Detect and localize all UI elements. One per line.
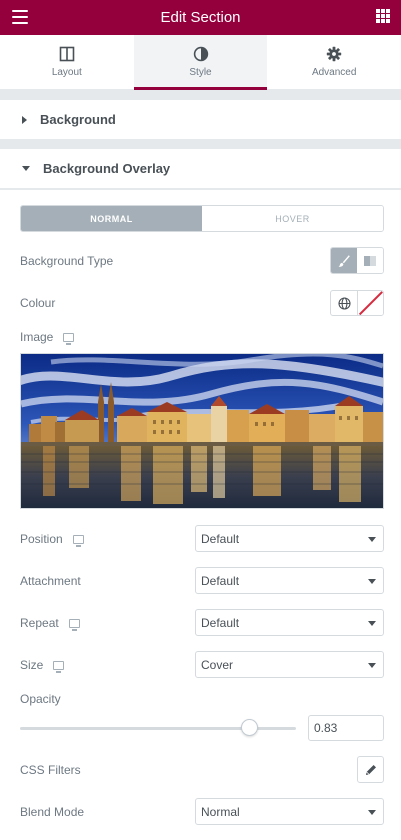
tab-label: Advanced (311, 67, 357, 78)
repeat-label: Repeat (20, 616, 80, 631)
caret-down-icon (22, 166, 30, 171)
select-value: Default (201, 573, 240, 588)
tab-label: Style (189, 67, 212, 78)
label-text: Image (20, 330, 54, 344)
position-label: Position (20, 532, 84, 547)
section-overlay-header[interactable]: Background Overlay (0, 149, 401, 189)
section-title: Background Overlay (43, 161, 171, 176)
colour-label: Colour (20, 296, 55, 310)
contrast-icon (193, 46, 208, 62)
gradient-option[interactable] (357, 248, 383, 273)
colour-swatch[interactable] (358, 291, 383, 315)
label-text: Opacity (20, 692, 61, 706)
tab-advanced[interactable]: Advanced (267, 35, 401, 89)
repeat-select[interactable]: Default (195, 609, 384, 636)
state-switcher: NORMAL HOVER (20, 205, 384, 232)
label-text: Colour (20, 296, 56, 310)
label-text: Blend Mode (20, 805, 85, 819)
blend-mode-select[interactable]: Normal (195, 798, 384, 825)
size-label: Size (20, 658, 65, 673)
label-text: CSS Filters (20, 763, 81, 777)
image-label: Image (20, 330, 75, 345)
dropdown-arrow-icon (368, 579, 376, 584)
section-title: Background (40, 112, 116, 127)
css-filters-edit-button[interactable] (357, 756, 384, 783)
panel-header: Edit Section (0, 0, 401, 35)
label-text: Background Type (20, 254, 114, 268)
gear-icon (326, 46, 342, 62)
label-text: Position (20, 532, 63, 546)
dropdown-arrow-icon (368, 810, 376, 815)
attachment-select[interactable]: Default (195, 567, 384, 594)
tab-label: Layout (51, 67, 82, 78)
background-type-choices (330, 247, 384, 274)
gradient-icon (364, 255, 376, 266)
tab-hover[interactable]: HOVER (202, 206, 383, 231)
dropdown-arrow-icon (368, 663, 376, 668)
size-select[interactable]: Cover (195, 651, 384, 678)
global-colors-button[interactable] (331, 291, 358, 315)
select-value: Default (201, 615, 240, 630)
css-filters-label: CSS Filters (20, 763, 81, 777)
label-text: Repeat (20, 616, 59, 630)
label-text: Attachment (20, 574, 81, 588)
city-river-photo (21, 354, 383, 508)
blend-mode-label: Blend Mode (20, 805, 84, 819)
grid-icon[interactable] (376, 9, 390, 23)
desktop-icon (72, 534, 84, 547)
input-value: 0.83 (314, 721, 338, 735)
tab-style[interactable]: Style (133, 35, 268, 90)
tab-layout[interactable]: Layout (0, 35, 134, 89)
hamburger-icon[interactable] (12, 10, 28, 24)
dropdown-arrow-icon (368, 621, 376, 626)
desktop-icon (53, 660, 65, 673)
panel-tabs: Layout Style Advanced (0, 35, 401, 90)
overlay-controls: NORMAL HOVER Background Type Colour Imag… (0, 190, 401, 840)
position-select[interactable]: Default (195, 525, 384, 552)
opacity-label: Opacity (20, 692, 61, 706)
select-value: Cover (201, 657, 234, 672)
background-type-label: Background Type (20, 254, 113, 268)
desktop-icon (68, 618, 80, 631)
attachment-label: Attachment (20, 574, 81, 588)
select-value: Normal (201, 804, 240, 819)
pencil-icon (365, 764, 376, 775)
section-background-header[interactable]: Background (0, 100, 401, 139)
desktop-icon (63, 332, 75, 345)
brush-icon (338, 254, 350, 267)
globe-icon (337, 296, 351, 310)
panel-title: Edit Section (160, 9, 241, 26)
opacity-input[interactable]: 0.83 (308, 715, 384, 741)
tab-normal[interactable]: NORMAL (21, 206, 202, 231)
image-preview[interactable] (20, 353, 384, 509)
opacity-slider-handle[interactable] (240, 719, 258, 736)
label-text: Size (20, 658, 44, 672)
colour-control (330, 290, 384, 316)
dropdown-arrow-icon (368, 537, 376, 542)
layout-icon (59, 46, 75, 62)
caret-right-icon (22, 115, 27, 124)
select-value: Default (201, 531, 240, 546)
classic-option[interactable] (331, 248, 357, 273)
